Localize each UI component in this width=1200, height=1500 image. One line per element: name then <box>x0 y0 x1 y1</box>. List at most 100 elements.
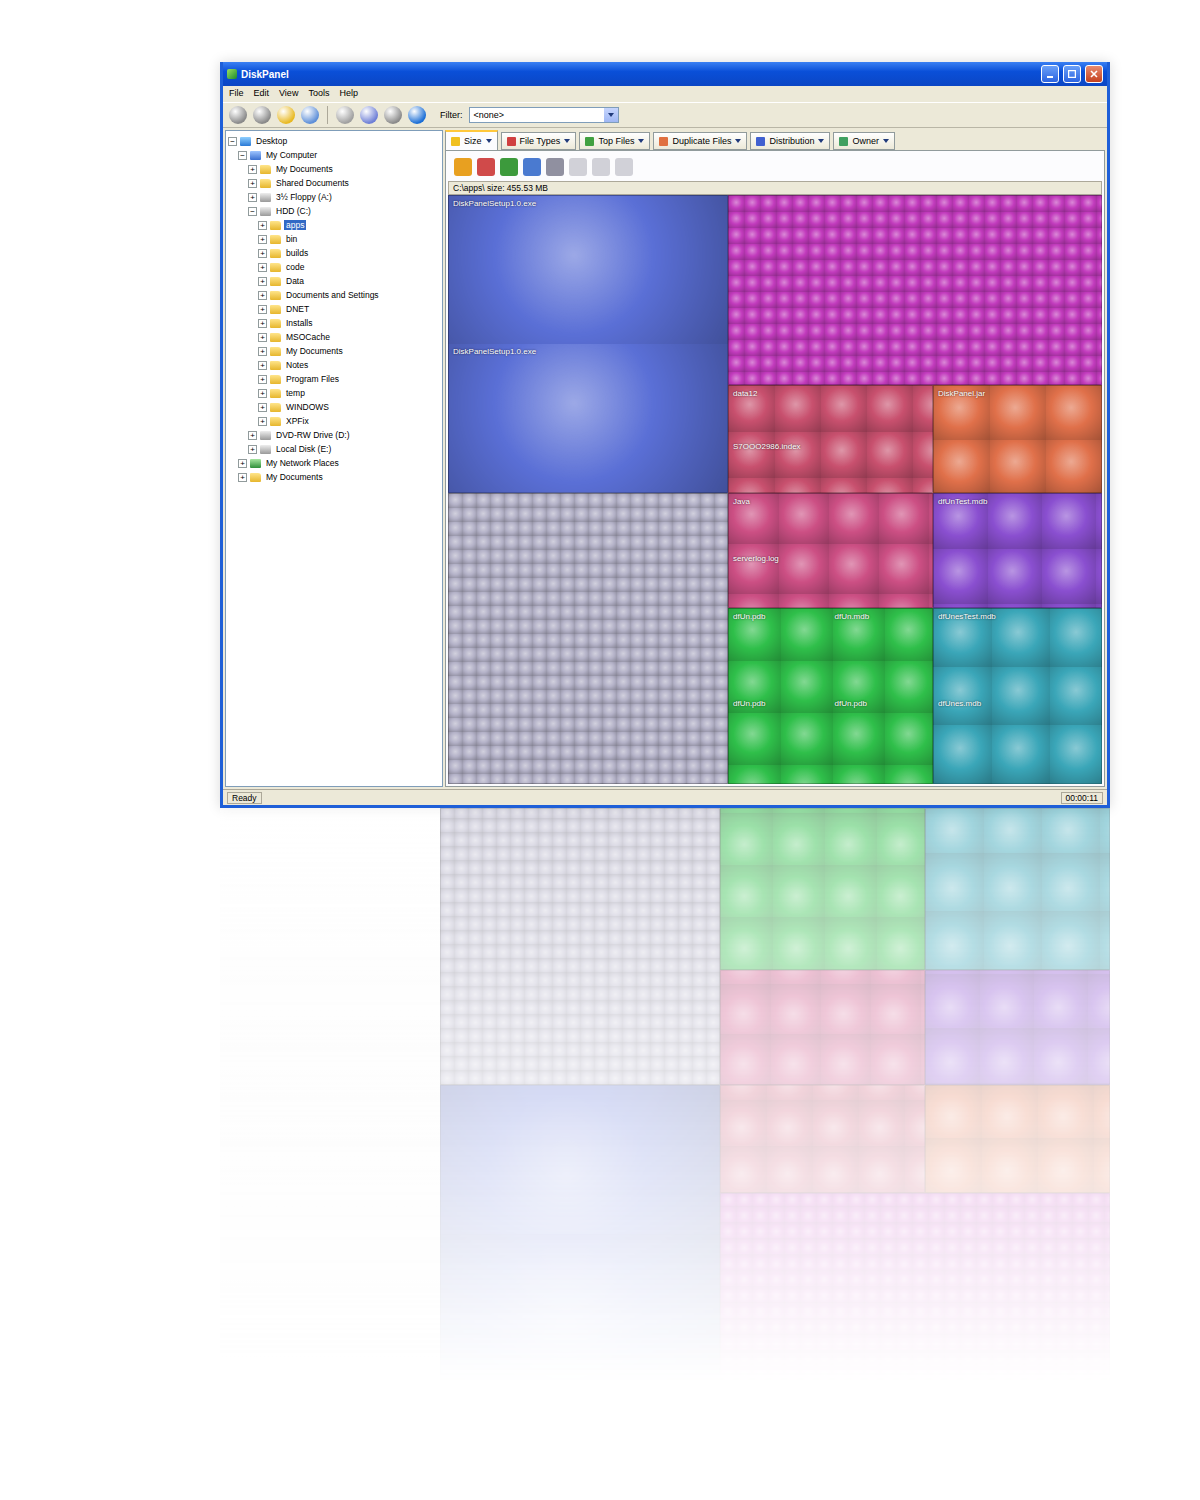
tree-item[interactable]: +Documents and Settings <box>228 288 440 302</box>
treemap-tile[interactable] <box>720 1085 925 1193</box>
tree-toggle[interactable]: + <box>258 319 267 328</box>
tree-toggle[interactable]: + <box>258 235 267 244</box>
treemap-tile[interactable]: data12S7OOO2986.index <box>728 385 933 493</box>
tool-icon[interactable] <box>336 106 354 124</box>
maximize-icon[interactable] <box>1063 65 1081 83</box>
filter-combo[interactable]: <none> <box>469 107 619 123</box>
tree-item[interactable]: +MSOCache <box>228 330 440 344</box>
tree-item[interactable]: −My Computer <box>228 148 440 162</box>
tree-toggle[interactable]: + <box>258 375 267 384</box>
tree-toggle[interactable]: + <box>258 417 267 426</box>
tool-icon[interactable] <box>408 106 426 124</box>
treemap-tile[interactable] <box>728 195 1102 385</box>
tab-dropdown-icon[interactable] <box>564 139 570 143</box>
tree-item[interactable]: +builds <box>228 246 440 260</box>
view-tab[interactable]: Owner <box>833 132 895 150</box>
tree-item[interactable]: +bin <box>228 232 440 246</box>
tree-toggle[interactable]: + <box>258 347 267 356</box>
tab-dropdown-icon[interactable] <box>735 139 741 143</box>
tree-toggle[interactable]: − <box>248 207 257 216</box>
tree-toggle[interactable]: + <box>258 249 267 258</box>
tree-item[interactable]: +My Network Places <box>228 456 440 470</box>
menu-item[interactable]: Tools <box>308 88 329 100</box>
treemap-tile[interactable] <box>720 1193 1110 1383</box>
tree-toggle[interactable]: + <box>258 361 267 370</box>
view-tab[interactable]: Duplicate Files <box>653 132 747 150</box>
tree-toggle[interactable]: + <box>258 389 267 398</box>
treemap-tile[interactable] <box>440 1085 720 1383</box>
tree-toggle[interactable]: − <box>228 137 237 146</box>
treemap[interactable] <box>440 808 1110 1383</box>
tree-toggle[interactable]: + <box>248 179 257 188</box>
tree-toggle[interactable]: + <box>248 165 257 174</box>
tree-toggle[interactable]: + <box>238 459 247 468</box>
tool-icon[interactable] <box>277 106 295 124</box>
treemap-tile[interactable] <box>720 970 925 1085</box>
treemap-tile[interactable]: Javaserverlog.log <box>728 493 933 608</box>
treemap-tile[interactable] <box>440 808 720 1085</box>
treemap-tile[interactable]: DiskPanelSetup1.0.exeDiskPanelSetup1.0.e… <box>448 195 728 493</box>
tree-item[interactable]: +3½ Floppy (A:) <box>228 190 440 204</box>
tree-toggle[interactable]: + <box>258 403 267 412</box>
view-tool-icon[interactable] <box>592 158 610 176</box>
tool-icon[interactable] <box>253 106 271 124</box>
tree-item[interactable]: +WINDOWS <box>228 400 440 414</box>
tree-item[interactable]: +Data <box>228 274 440 288</box>
minimize-icon[interactable] <box>1041 65 1059 83</box>
treemap-tile[interactable]: DiskPanel.jar <box>933 385 1102 493</box>
tree-toggle[interactable]: + <box>248 193 257 202</box>
tree-item[interactable]: +Installs <box>228 316 440 330</box>
view-tool-icon[interactable] <box>477 158 495 176</box>
menu-item[interactable]: Help <box>339 88 358 100</box>
menu-item[interactable]: File <box>229 88 244 100</box>
tree-toggle[interactable]: + <box>258 263 267 272</box>
tree-item[interactable]: +My Documents <box>228 344 440 358</box>
tree-toggle[interactable]: + <box>258 333 267 342</box>
view-tool-icon[interactable] <box>523 158 541 176</box>
tab-dropdown-icon[interactable] <box>883 139 889 143</box>
view-tab[interactable]: Top Files <box>579 132 650 150</box>
tool-icon[interactable] <box>384 106 402 124</box>
view-tab[interactable]: Distribution <box>750 132 830 150</box>
treemap-tile[interactable] <box>720 808 925 970</box>
tool-icon[interactable] <box>229 106 247 124</box>
tree-item[interactable]: +Shared Documents <box>228 176 440 190</box>
tree-item[interactable]: +Program Files <box>228 372 440 386</box>
tree-item[interactable]: −HDD (C:) <box>228 204 440 218</box>
tree-toggle[interactable]: + <box>258 221 267 230</box>
treemap-tile[interactable] <box>925 1085 1110 1193</box>
dropdown-icon[interactable] <box>604 108 618 122</box>
tree-toggle[interactable]: + <box>248 445 257 454</box>
tree-item[interactable]: +temp <box>228 386 440 400</box>
tree-item[interactable]: +Local Disk (E:) <box>228 442 440 456</box>
tool-icon[interactable] <box>301 106 319 124</box>
tab-dropdown-icon[interactable] <box>638 139 644 143</box>
tree-item[interactable]: +DNET <box>228 302 440 316</box>
tool-icon[interactable] <box>360 106 378 124</box>
tree-item[interactable]: −Desktop <box>228 134 440 148</box>
treemap-tile[interactable]: dfUn.pdbdfUn.mdbdfUn.pdbdfUn.pdb <box>728 608 933 784</box>
tree-item[interactable]: +XPFix <box>228 414 440 428</box>
tab-dropdown-icon[interactable] <box>486 139 492 143</box>
treemap-tile[interactable] <box>925 970 1110 1085</box>
tree-item[interactable]: +Notes <box>228 358 440 372</box>
menu-item[interactable]: View <box>279 88 298 100</box>
tree-toggle[interactable]: + <box>258 291 267 300</box>
view-tab[interactable]: File Types <box>501 132 577 150</box>
tree-item[interactable]: +DVD-RW Drive (D:) <box>228 428 440 442</box>
tree-toggle[interactable]: + <box>258 305 267 314</box>
tree-toggle[interactable]: + <box>238 473 247 482</box>
view-tool-icon[interactable] <box>546 158 564 176</box>
treemap-tile[interactable]: dfUnesTest.mdbdfUnes.mdb <box>933 608 1102 784</box>
tree-toggle[interactable]: + <box>248 431 257 440</box>
treemap-tile[interactable]: dfUnTest.mdb <box>933 493 1102 608</box>
view-tool-icon[interactable] <box>454 158 472 176</box>
tree-toggle[interactable]: − <box>238 151 247 160</box>
menu-item[interactable]: Edit <box>254 88 270 100</box>
view-tool-icon[interactable] <box>615 158 633 176</box>
view-tab[interactable]: Size <box>445 130 498 150</box>
close-icon[interactable] <box>1085 65 1103 83</box>
treemap-tile[interactable] <box>925 808 1110 970</box>
treemap-tile[interactable] <box>448 493 728 784</box>
tree-item[interactable]: +code <box>228 260 440 274</box>
